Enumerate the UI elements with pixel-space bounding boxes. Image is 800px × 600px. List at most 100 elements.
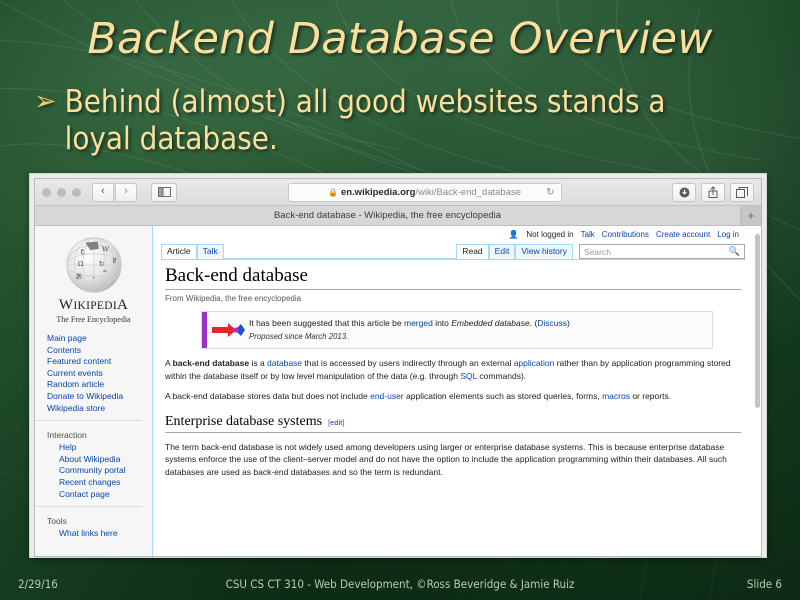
- discuss-link[interactable]: Discuss: [537, 318, 567, 328]
- section-heading-text: Enterprise database systems: [165, 413, 323, 429]
- view-tabs: Read Edit View history: [456, 244, 573, 259]
- maximize-window-button[interactable]: [72, 187, 81, 197]
- user-icon: 👤: [508, 230, 519, 239]
- search-input[interactable]: Search 🔍: [579, 244, 745, 259]
- p2-text-1: A back-end database stores data but does…: [165, 391, 371, 402]
- footer-slide-number: Slide 6: [746, 577, 782, 591]
- personal-link-talk[interactable]: Talk: [581, 230, 595, 239]
- tab-spacer: [223, 243, 457, 259]
- personal-link-log-in[interactable]: Log in: [717, 230, 739, 239]
- wordmark-a: A: [116, 297, 129, 313]
- close-window-button[interactable]: [42, 187, 51, 197]
- section-edit-link[interactable]: [edit]: [328, 418, 344, 427]
- forward-button[interactable]: ›: [115, 182, 137, 202]
- back-button[interactable]: ‹: [92, 182, 114, 202]
- browser-tab[interactable]: Back-end database - Wikipedia, the free …: [35, 206, 741, 225]
- p2-text-3: or reports.: [629, 391, 672, 402]
- merge-arrow-glyph: [212, 323, 245, 337]
- search-icon[interactable]: 🔍: [729, 246, 740, 257]
- wordmark-rest: IKIPEDI: [73, 300, 117, 312]
- login-status: Not logged in: [526, 230, 574, 239]
- merge-link[interactable]: merged: [404, 318, 433, 328]
- p1-text-3: that is accessed by users indirectly thr…: [302, 358, 514, 368]
- sidebar-icon[interactable]: [151, 182, 177, 202]
- sidebar-item-contents[interactable]: Contents: [47, 345, 152, 357]
- sidebar-glyph: [157, 187, 171, 197]
- svg-text:あ: あ: [75, 273, 82, 281]
- sidebar-heading-tools: Tools: [47, 516, 67, 527]
- sidebar-item-help[interactable]: Help: [47, 442, 152, 454]
- sidebar-item-featured-content[interactable]: Featured content: [47, 356, 152, 368]
- wikipedia-tagline: The Free Encyclopedia: [56, 315, 131, 324]
- address-bar[interactable]: 🔒 en.wikipedia.org/wiki/Back-end_databas…: [287, 182, 562, 202]
- sidebar-item-current-events[interactable]: Current events: [47, 368, 152, 380]
- p1-bold-term: back-end database: [172, 358, 250, 368]
- toolbar-right-buttons: [672, 182, 754, 202]
- presentation-slide: Backend Database Overview ➢ Behind (almo…: [0, 0, 800, 600]
- sidebar-item-random-article[interactable]: Random article: [47, 379, 152, 391]
- svg-text:W: W: [102, 245, 109, 253]
- edit-bracket-close: ]: [342, 417, 345, 427]
- sidebar-divider-2: [35, 506, 142, 508]
- bullet-text: Behind (almost) all good websites stands…: [64, 84, 666, 157]
- svg-text:י: י: [92, 275, 94, 283]
- wordmark-w: W: [58, 297, 74, 313]
- personal-link-create-account[interactable]: Create account: [656, 230, 710, 239]
- search-placeholder: Search: [584, 246, 611, 257]
- p1-text-1: A: [165, 358, 173, 368]
- tabs-glyph: [736, 186, 748, 198]
- p2-link-macros[interactable]: macros: [602, 391, 630, 401]
- svg-text:Ω: Ω: [77, 260, 83, 268]
- tab-edit[interactable]: Edit: [488, 244, 516, 259]
- sidebar-item-contact-page[interactable]: Contact page: [47, 489, 152, 501]
- sidebar-item-community-portal[interactable]: Community portal: [47, 465, 152, 477]
- merge-text-into: into: [432, 318, 452, 328]
- new-tab-button[interactable]: +: [741, 206, 761, 225]
- sidebar-divider: [35, 420, 142, 422]
- share-icon[interactable]: [701, 182, 725, 202]
- sidebar-item-what-links-here[interactable]: What links here: [47, 528, 152, 540]
- show-all-tabs-icon[interactable]: [730, 182, 754, 202]
- downloads-icon[interactable]: [672, 182, 696, 202]
- tab-read[interactable]: Read: [456, 244, 489, 259]
- p1-link-sql[interactable]: SQL: [460, 371, 477, 381]
- scrollbar-thumb[interactable]: [755, 234, 760, 409]
- tab-view-history[interactable]: View history: [515, 244, 573, 259]
- personal-link-contributions[interactable]: Contributions: [602, 230, 649, 239]
- bullet-row: ➢ Behind (almost) all good websites stan…: [34, 84, 760, 158]
- page-scrollbar[interactable]: [755, 228, 760, 545]
- sidebar-item-recent-changes[interactable]: Recent changes: [47, 477, 152, 489]
- discuss-close-paren: ): [567, 318, 570, 328]
- wikipedia-tab-row: Article Talk Read Edit View history Sear…: [161, 244, 745, 260]
- page-title: Backend Database Overview: [87, 14, 713, 64]
- navigation-buttons[interactable]: ‹ ›: [92, 182, 137, 202]
- wikipedia-content: 👤 Not logged in Talk Contributions Creat…: [153, 226, 761, 556]
- tab-article[interactable]: Article: [161, 244, 197, 259]
- browser-window: ‹ › 🔒 en.wikipedia.org/wiki/Back-end_dat…: [34, 178, 762, 557]
- merge-proposed-date: Proposed since March 2013.: [249, 332, 349, 341]
- article-title: Back-end database: [165, 265, 741, 290]
- sidebar-item-donate[interactable]: Donate to Wikipedia: [47, 391, 152, 403]
- reload-icon[interactable]: ↻: [546, 187, 554, 198]
- edit-label[interactable]: edit: [330, 418, 342, 427]
- p2-link-end-user[interactable]: end-user: [370, 391, 404, 401]
- merge-notice: It has been suggested that this article …: [201, 311, 713, 349]
- article-body: Back-end database From Wikipedia, the fr…: [153, 260, 761, 479]
- article-paragraph-1: A back-end database is a database that i…: [165, 357, 741, 382]
- sidebar-heading-interaction: Interaction: [47, 430, 87, 441]
- merge-icon: [207, 312, 249, 348]
- personal-tools-bar: 👤 Not logged in Talk Contributions Creat…: [153, 226, 761, 239]
- p1-link-application[interactable]: application: [514, 358, 555, 368]
- sidebar-interaction-group: Interaction Help About Wikipedia Communi…: [35, 430, 152, 500]
- sidebar-item-store[interactable]: Wikipedia store: [47, 403, 152, 415]
- wikipedia-wordmark: WIKIPEDIA: [59, 297, 128, 314]
- p1-link-database[interactable]: database: [267, 358, 302, 368]
- browser-toolbar: ‹ › 🔒 en.wikipedia.org/wiki/Back-end_dat…: [35, 179, 761, 206]
- minimize-window-button[interactable]: [57, 187, 66, 197]
- merge-text-before: It has been suggested that this article …: [249, 318, 404, 328]
- wikipedia-logo[interactable]: ع W ह Ω Ե あ י ๊ WI: [35, 232, 152, 324]
- tab-talk[interactable]: Talk: [196, 244, 224, 259]
- sidebar-item-about[interactable]: About Wikipedia: [47, 454, 152, 466]
- window-controls[interactable]: [42, 187, 81, 197]
- sidebar-item-main-page[interactable]: Main page: [47, 333, 152, 345]
